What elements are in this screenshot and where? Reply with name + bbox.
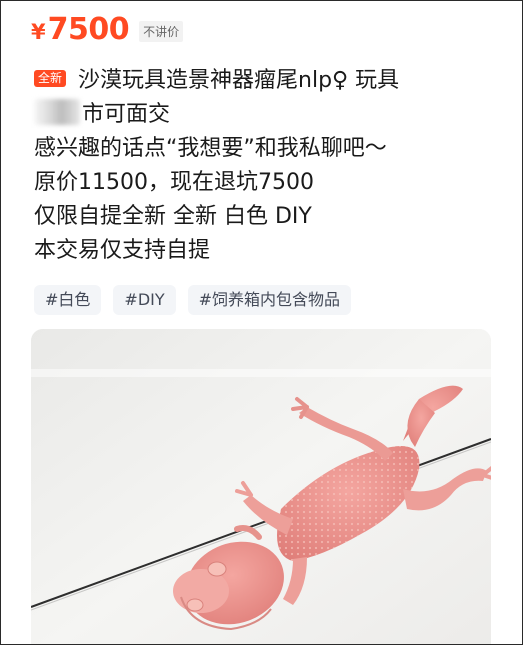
listing-description: 全新 沙漠玩具造景神器瘤尾nlp♀ 玩具 市可面交 感兴趣的话点“我想要”和我私聊… bbox=[34, 64, 504, 268]
price-value: 7500 bbox=[47, 11, 130, 47]
tag-diy[interactable]: #DIY bbox=[113, 285, 176, 315]
tag-enclosure-contents[interactable]: #饲养箱内包含物品 bbox=[187, 285, 352, 315]
price-row: ¥ 7500 不讲价 bbox=[31, 9, 184, 49]
tag-white[interactable]: #白色 bbox=[34, 285, 102, 315]
listing-screen: ¥ 7500 不讲价 全新 沙漠玩具造景神器瘤尾nlp♀ 玩具 市可面交 感兴趣的… bbox=[0, 0, 523, 645]
price-currency-symbol: ¥ bbox=[31, 20, 46, 44]
title-line-2: 市可面交 bbox=[34, 98, 504, 132]
no-bargain-badge: 不讲价 bbox=[139, 20, 184, 42]
redacted-location bbox=[34, 99, 80, 125]
title-line: 全新 沙漠玩具造景神器瘤尾nlp♀ 玩具 bbox=[34, 64, 504, 98]
contact-line: 感兴趣的话点“我想要”和我私聊吧～ bbox=[34, 136, 387, 161]
tag-list: #白色 #DIY #饲养箱内包含物品 bbox=[34, 285, 363, 315]
title-text-2: 市可面交 bbox=[82, 102, 171, 127]
listing-photo[interactable] bbox=[31, 329, 491, 644]
gecko-photo-illustration bbox=[31, 329, 491, 644]
title-text-1: 沙漠玩具造景神器瘤尾nlp♀ 玩具 bbox=[78, 68, 400, 93]
pickup-line: 本交易仅支持自提 bbox=[34, 238, 211, 263]
new-badge: 全新 bbox=[34, 70, 67, 87]
price-history-line: 原价11500，现在退坑7500 bbox=[34, 170, 314, 195]
condition-line: 仅限自提全新 全新 白色 DIY bbox=[34, 204, 312, 229]
